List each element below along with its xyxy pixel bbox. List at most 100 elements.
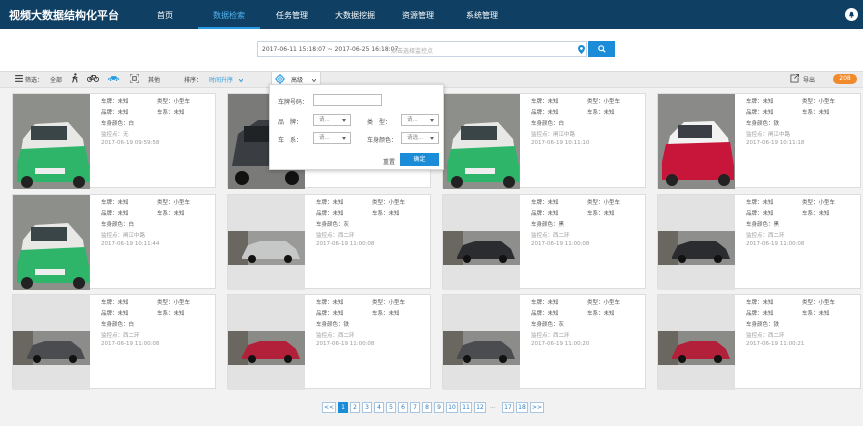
page-button[interactable]: 6	[398, 402, 408, 413]
series-text: 车系：未知	[157, 110, 185, 116]
filter-label: 筛选：	[25, 77, 44, 84]
vehicle-snapshot[interactable]	[658, 195, 735, 290]
sort-dropdown[interactable]: 时间升序	[209, 75, 233, 84]
brand-text: 品牌：未知	[531, 211, 559, 217]
page-button[interactable]: 2	[350, 402, 360, 413]
reset-button[interactable]: 重置	[383, 157, 395, 166]
result-card[interactable]: 车牌：未知 类型：小型车 品牌：未知 车系：未知 车身颜色：白 监控点：无 2017-06-…	[12, 93, 216, 189]
nav-home[interactable]: 首页	[152, 0, 178, 29]
page-button[interactable]: 18	[516, 402, 528, 413]
page-button[interactable]: 11	[460, 402, 472, 413]
body-color-text: 车身颜色：白	[101, 322, 135, 328]
nav-system-management[interactable]: 系统管理	[462, 0, 502, 29]
page-button[interactable]: 3	[362, 402, 372, 413]
pedestrian-icon[interactable]	[71, 73, 79, 85]
series-text: 车系：未知	[587, 110, 615, 116]
page-button[interactable]: 17	[502, 402, 514, 413]
capture-time-text: 2017-06-19 11:00:08	[531, 241, 590, 247]
export-icon[interactable]	[790, 74, 799, 85]
vehicle-snapshot[interactable]	[443, 195, 520, 290]
monitor-point-placeholder[interactable]: 点击选择监控点	[391, 46, 433, 55]
vehicle-snapshot[interactable]	[443, 295, 520, 390]
vehicle-snapshot[interactable]	[658, 295, 735, 390]
filter-all[interactable]: 全部	[50, 75, 62, 84]
page-button[interactable]: 9	[434, 402, 444, 413]
body-color-select[interactable]: 请选...	[401, 132, 439, 144]
monitor-point-text: 监控点：西二环	[746, 233, 785, 239]
advanced-label[interactable]: 高级	[291, 75, 303, 84]
result-card[interactable]: 车牌：未知 类型：小型车 品牌：未知 车系：未知 车身颜色：铁 监控点：西二环 2017-0…	[227, 294, 431, 390]
series-select[interactable]: 请...	[313, 132, 351, 144]
vehicle-snapshot[interactable]	[13, 295, 90, 390]
body-color-text: 车身颜色：铁	[316, 322, 350, 328]
capture-time-text: 2017-06-19 10:11:44	[101, 241, 160, 247]
result-card[interactable]: 车牌：未知 类型：小型车 品牌：未知 车系：未知 车身颜色：铁 监控点：西二环 2017-0…	[657, 294, 861, 390]
vehicle-snapshot[interactable]	[443, 94, 520, 189]
page-button[interactable]: 8	[422, 402, 432, 413]
vehicle-snapshot[interactable]	[658, 94, 735, 189]
plate-text: 车牌：未知	[531, 300, 559, 306]
page-button[interactable]: 1	[338, 402, 348, 413]
type-text: 类型：小型车	[587, 200, 621, 206]
type-text: 类型：小型车	[157, 300, 191, 306]
result-card[interactable]: 车牌：未知 类型：小型车 品牌：未知 车系：未知 车身颜色：灰 监控点：西二环 2017-0…	[442, 294, 646, 390]
pagination-ellipsis: ...	[490, 403, 496, 410]
search-input[interactable]: 2017-06-11 15:18:07 ~ 2017-06-25 16:18:0…	[257, 41, 587, 57]
advanced-filter-popup: 车牌号码： 品 牌： 请... 类 型： 请... 车 系： 请... 车身颜色…	[269, 84, 444, 170]
result-card[interactable]: 车牌：未知 类型：小型车 品牌：未知 车系：未知 车身颜色：黑 监控点：西二环 2017-0…	[657, 194, 861, 290]
result-card[interactable]: 车牌：未知 类型：小型车 品牌：未知 车系：未知 车身颜色：白 监控点：闸江中路 2017-…	[12, 194, 216, 290]
bicycle-icon[interactable]	[87, 74, 99, 84]
series-text: 车系：未知	[802, 211, 830, 217]
page-button[interactable]: 4	[374, 402, 384, 413]
scan-icon[interactable]	[129, 73, 140, 85]
body-color-text: 车身颜色：铁	[746, 121, 780, 127]
search-button[interactable]	[588, 41, 615, 57]
vehicle-snapshot[interactable]	[13, 94, 90, 189]
chevron-down-icon	[238, 77, 244, 84]
result-card[interactable]: 车牌：未知 类型：小型车 品牌：未知 车系：未知 车身颜色：白 监控点：闸江中路 2017-…	[442, 93, 646, 189]
nav-resource-management[interactable]: 资源管理	[398, 0, 438, 29]
type-text: 类型：小型车	[802, 200, 836, 206]
result-card[interactable]: 车牌：未知 类型：小型车 品牌：未知 车系：未知 车身颜色：黑 监控点：西二环 2017-0…	[442, 194, 646, 290]
body-color-text: 车身颜色：白	[101, 121, 135, 127]
vehicle-snapshot[interactable]	[228, 295, 305, 390]
next-page-button[interactable]: >>	[530, 402, 544, 413]
monitor-point-text: 监控点：西二环	[531, 333, 570, 339]
location-pin-icon[interactable]	[578, 45, 585, 56]
page-button[interactable]: 10	[446, 402, 458, 413]
nav-task-management[interactable]: 任务管理	[272, 0, 312, 29]
capture-time-text: 2017-06-19 10:11:10	[531, 140, 590, 146]
capture-time-text: 2017-06-19 11:00:21	[746, 341, 805, 347]
vehicle-snapshot[interactable]	[13, 195, 90, 290]
brand-select[interactable]: 请...	[313, 114, 351, 126]
bell-icon[interactable]	[845, 8, 858, 21]
plate-text: 车牌：未知	[746, 300, 774, 306]
nav-big-data-mining[interactable]: 大数据挖掘	[330, 0, 380, 29]
list-icon	[15, 75, 23, 84]
time-range-field[interactable]: 2017-06-11 15:18:07 ~ 2017-06-25 16:18:0…	[262, 46, 398, 53]
monitor-point-text: 监控点：闸江中路	[531, 132, 576, 138]
result-card[interactable]: 车牌：未知 类型：小型车 品牌：未知 车系：未知 车身颜色：白 监控点：西二环 2017-0…	[12, 294, 216, 390]
confirm-button[interactable]: 确定	[400, 153, 439, 166]
result-card[interactable]: 车牌：未知 类型：小型车 品牌：未知 车系：未知 车身颜色：铁 监控点：闸江中路 2017-…	[657, 93, 861, 189]
export-button[interactable]: 导出	[803, 75, 815, 84]
series-text: 车系：未知	[802, 110, 830, 116]
vehicle-snapshot[interactable]	[228, 195, 305, 290]
body-color-text: 车身颜色：黑	[531, 222, 565, 228]
result-card[interactable]: 车牌：未知 类型：小型车 品牌：未知 车系：未知 车身颜色：灰 监控点：西二环 2017-0…	[227, 194, 431, 290]
nav-data-search[interactable]: 数据检索	[198, 0, 260, 29]
capture-time-text: 2017-06-19 11:00:08	[746, 241, 805, 247]
plate-input[interactable]	[313, 94, 382, 106]
brand-text: 品牌：未知	[531, 110, 559, 116]
type-select[interactable]: 请...	[401, 114, 439, 126]
page-button[interactable]: 5	[386, 402, 396, 413]
plate-text: 车牌：未知	[101, 300, 129, 306]
brand-text: 品牌：未知	[101, 211, 129, 217]
page-button[interactable]: 7	[410, 402, 420, 413]
filter-other[interactable]: 其他	[148, 75, 160, 84]
series-text: 车系：未知	[157, 311, 185, 317]
prev-page-button[interactable]: <<	[322, 402, 336, 413]
brand-text: 品牌：未知	[316, 311, 344, 317]
car-icon[interactable]	[107, 75, 120, 84]
page-button[interactable]: 12	[474, 402, 486, 413]
